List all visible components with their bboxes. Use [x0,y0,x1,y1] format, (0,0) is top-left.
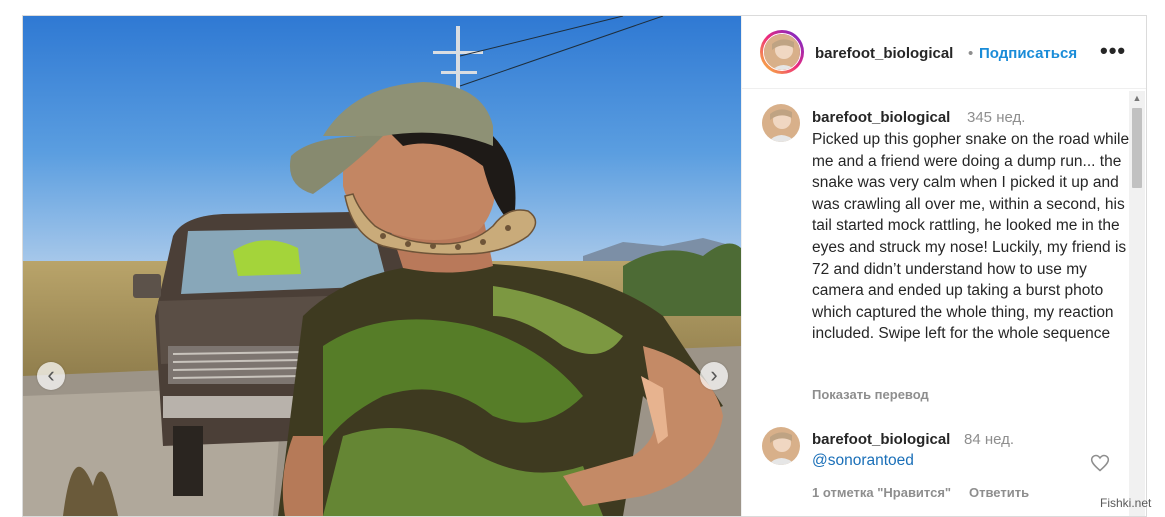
photo-illustration [23,16,741,516]
avatar [763,33,801,71]
comment-avatar[interactable] [762,427,800,465]
post-sidebar: barefoot_biological • Подписаться ••• ba… [741,16,1146,516]
post-photo[interactable]: ‹ › [23,16,741,516]
carousel-prev-button[interactable]: ‹ [37,362,65,390]
separator-dot: • [968,45,974,62]
reply-button[interactable]: Ответить [969,485,1029,500]
follow-button[interactable]: Подписаться [979,45,1077,62]
show-translation-button[interactable]: Показать перевод [812,387,929,402]
comment-likes-count[interactable]: 1 отметка "Нравится" [812,485,951,500]
scrollbar-thumb[interactable] [1132,108,1142,188]
caption-username[interactable]: barefoot_biological [812,109,950,126]
comment-mention-link[interactable]: @sonorantoed [812,452,914,470]
comment-username[interactable]: barefoot_biological [812,431,950,448]
chevron-right-icon: › [710,362,718,387]
watermark: Fishki.net [1100,496,1152,510]
caption-avatar[interactable] [762,104,800,142]
instagram-post: ‹ › barefoot_biological • Подписаться ••… [22,15,1147,517]
comment-timestamp[interactable]: 84 нед. [964,431,1014,448]
chevron-left-icon: ‹ [47,362,55,387]
header-username[interactable]: barefoot_biological [815,45,953,62]
caption-text: Picked up this gopher snake on the road … [812,131,1130,343]
comments-scrollbar[interactable]: ▲ [1129,91,1145,516]
profile-avatar-ring[interactable] [760,30,804,74]
heart-icon[interactable] [1090,453,1110,473]
carousel-next-button[interactable]: › [700,362,728,390]
scroll-up-icon[interactable]: ▲ [1129,91,1145,106]
more-options-icon[interactable]: ••• [1100,38,1126,64]
caption-timestamp[interactable]: 345 нед. [967,109,1025,126]
post-header: barefoot_biological • Подписаться ••• [742,16,1146,89]
